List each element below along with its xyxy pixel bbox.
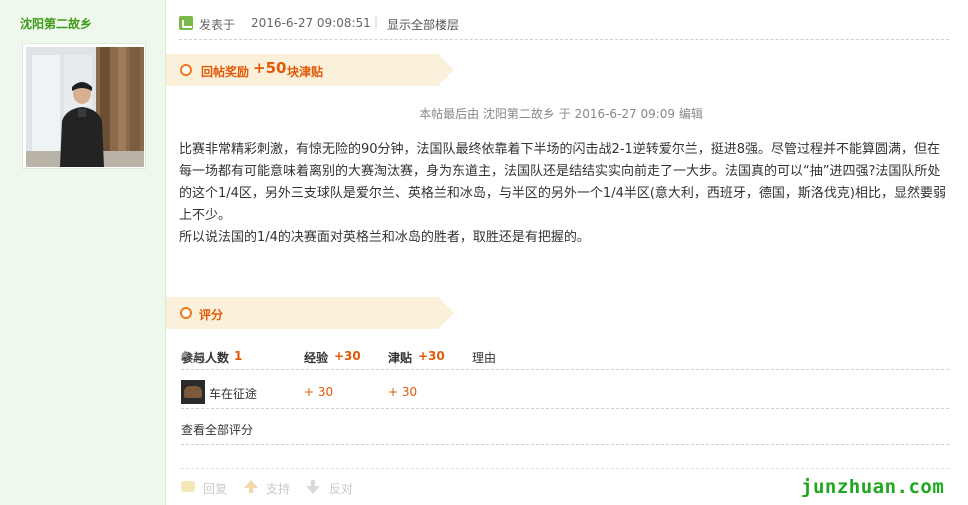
- posted-label: 发表于: [199, 18, 236, 32]
- reward-label: 回帖奖励: [201, 65, 250, 79]
- author-sidebar: 沈阳第二故乡: [0, 0, 166, 505]
- chevron-up-icon: ▲: [181, 349, 188, 359]
- divider: [181, 468, 949, 469]
- author-username[interactable]: 沈阳第二故乡: [20, 15, 92, 32]
- meta-divider: |: [374, 15, 379, 29]
- post-meta-bar: 发表于 2016-6-27 09:08:51 | 显示全部楼层: [179, 11, 949, 40]
- last-edit-note: 本帖最后由 沈阳第二故乡 于 2016-6-27 09:09 编辑: [419, 107, 703, 121]
- view-all-ratings-link[interactable]: 查看全部评分: [181, 421, 253, 438]
- author-avatar[interactable]: [22, 43, 146, 169]
- support-button[interactable]: 支持: [266, 480, 290, 497]
- rating-banner: 评分: [166, 297, 454, 329]
- posted-icon: [179, 16, 193, 30]
- show-all-floors-link[interactable]: 显示全部楼层: [387, 16, 459, 33]
- coin-label: 津贴: [388, 351, 413, 365]
- rating-row: 车在征途 + 30 + 30: [181, 378, 949, 409]
- thumb-down-icon: [306, 486, 320, 494]
- rater-coin: + 30: [388, 385, 418, 399]
- oppose-button[interactable]: 反对: [329, 480, 353, 497]
- coin-total: +30: [418, 349, 445, 363]
- post-main: 发表于 2016-6-27 09:08:51 | 显示全部楼层 回帖奖励 +50…: [166, 0, 968, 505]
- reward-amount: +50: [253, 59, 287, 77]
- reply-reward-banner: 回帖奖励 +50 块津贴: [166, 54, 454, 86]
- post-paragraph: 所以说法国的1/4的决赛面对英格兰和冰岛的胜者，取胜还是有把握的。: [179, 230, 590, 245]
- rater-exp: + 30: [304, 385, 334, 399]
- post-content: 比赛非常精彩刺激，有惊无险的90分钟，法国队最终依靠着下半场的闪击战2-1逆转爱…: [179, 139, 951, 249]
- avatar-photo: [26, 47, 144, 167]
- reason-label: 理由: [472, 351, 497, 365]
- exp-total: +30: [334, 349, 361, 363]
- reply-icon: [181, 481, 195, 492]
- rating-title: 评分: [199, 308, 224, 322]
- rater-avatar[interactable]: [181, 380, 205, 404]
- site-watermark: junzhuan.com: [801, 476, 945, 498]
- divider: [181, 444, 949, 445]
- reply-button[interactable]: 回复: [203, 480, 227, 497]
- participants-count: 1: [234, 349, 243, 363]
- rater-name[interactable]: 车在征途: [209, 385, 257, 402]
- rating-header: 参与人数 1 经验 +30 津贴 +30 理由 收起 ▲: [181, 347, 949, 370]
- reward-unit: 块津贴: [287, 65, 324, 79]
- thumb-up-icon-stem: [249, 487, 253, 493]
- posted-time: 2016-6-27 09:08:51: [251, 16, 371, 30]
- circle-icon: [180, 64, 192, 76]
- circle-icon: [180, 307, 192, 319]
- exp-label: 经验: [304, 351, 329, 365]
- post-paragraph: 比赛非常精彩刺激，有惊无险的90分钟，法国队最终依靠着下半场的闪击战2-1逆转爱…: [179, 142, 946, 223]
- thumb-down-icon-stem: [311, 480, 315, 486]
